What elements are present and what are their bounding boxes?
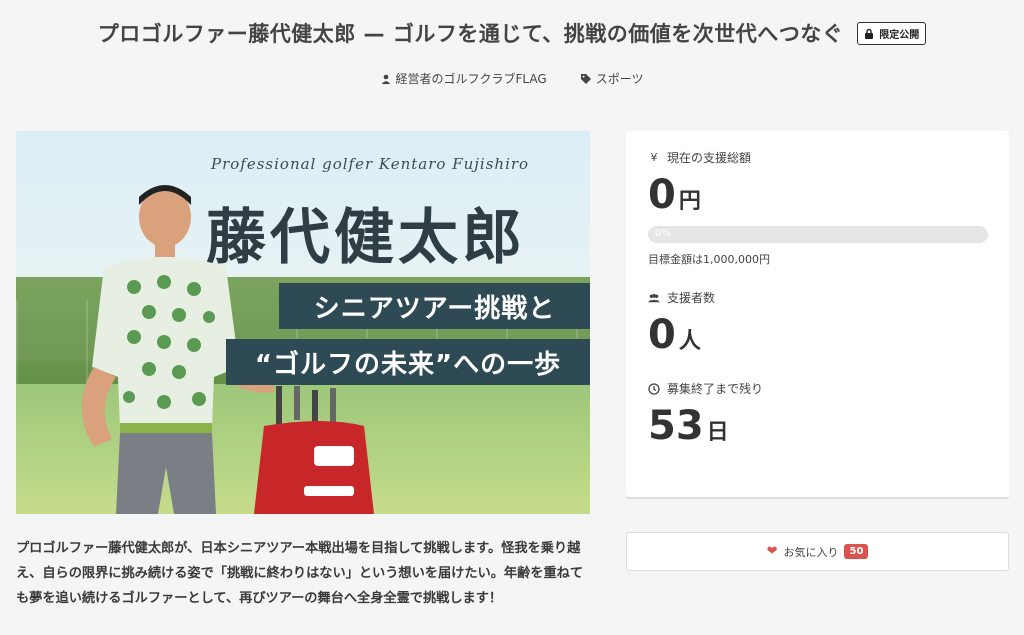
supporters-value: 0 [648, 312, 676, 358]
golf-bag-illustration [254, 386, 374, 514]
favorite-label: お気に入り [783, 545, 839, 559]
owner-name: 経営者のゴルフクラブFLAG [395, 72, 547, 86]
goal-amount: 目標金額は1,000,000円 [648, 253, 770, 266]
favorite-button[interactable]: ❤ お気に入り 50 [626, 532, 1009, 571]
hero-script-text: Professional golfer Kentaro Fujishiro [211, 155, 530, 173]
remaining-label: 募集終了まで残り [648, 380, 987, 397]
project-meta: 経営者のゴルフクラブFLAG スポーツ [0, 70, 1024, 87]
limited-badge: 限定公開 [857, 21, 927, 45]
remaining-unit: 日 [706, 420, 729, 445]
supporters-count: 0 人 [648, 312, 987, 358]
user-icon [381, 74, 390, 84]
supporters-label: 支援者数 [648, 289, 987, 306]
header: プロゴルファー藤代健太郎 — ゴルフを通じて、挑戦の価値を次世代へつなぐ 限定公… [0, 18, 1024, 48]
lock-icon [865, 28, 874, 39]
total-value: 0 [648, 172, 676, 218]
favorite-count: 50 [844, 544, 869, 559]
hero-banner-line2: “ゴルフの未来”への一歩 [226, 339, 590, 385]
supporters-label-text: 支援者数 [667, 291, 716, 305]
owner-link[interactable]: 経営者のゴルフクラブFLAG [381, 70, 547, 87]
remaining-value: 53 [648, 403, 704, 449]
stats-panel: ¥ 現在の支援総額 0 円 0% 目標金額は1,000,000円 支援者数 0 … [626, 131, 1009, 497]
heart-icon: ❤ [766, 544, 778, 559]
total-amount: 0 円 [648, 172, 987, 218]
total-label: ¥ 現在の支援総額 [648, 149, 987, 166]
clock-icon [648, 382, 660, 395]
tag-icon [580, 73, 591, 84]
hero-image: Professional golfer Kentaro Fujishiro 藤代… [16, 131, 590, 514]
remaining-label-text: 募集終了まで残り [667, 382, 764, 396]
total-label-text: 現在の支援総額 [667, 151, 752, 165]
progress-bar: 0% [648, 226, 988, 243]
category-name: スポーツ [595, 72, 644, 86]
category-link[interactable]: スポーツ [580, 70, 644, 87]
progress-percent: 0% [655, 228, 671, 239]
page-title: プロゴルファー藤代健太郎 — ゴルフを通じて、挑戦の価値を次世代へつなぐ [97, 22, 844, 46]
users-icon [648, 293, 660, 302]
yen-icon: ¥ [650, 151, 658, 164]
badge-label: 限定公開 [879, 29, 920, 41]
hero-banner-line1: シニアツアー挑戦と [279, 283, 590, 329]
remaining-days: 53 日 [648, 403, 987, 449]
project-description: プロゴルファー藤代健太郎が、日本シニアツアー本戦出場を目指して挑戦します。怪我を… [16, 541, 584, 606]
supporters-unit: 人 [678, 329, 701, 354]
total-unit: 円 [678, 189, 701, 214]
